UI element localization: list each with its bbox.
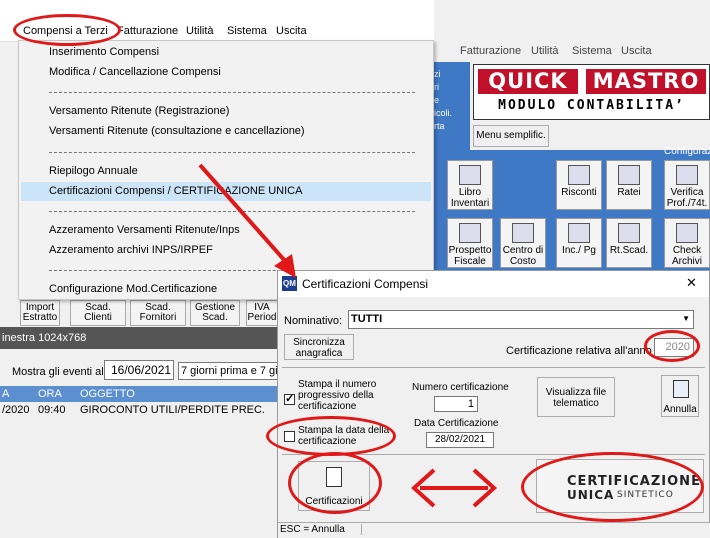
arrow-head [274,254,296,278]
annotation-arrows [198,163,497,508]
arrow-line [198,163,288,264]
